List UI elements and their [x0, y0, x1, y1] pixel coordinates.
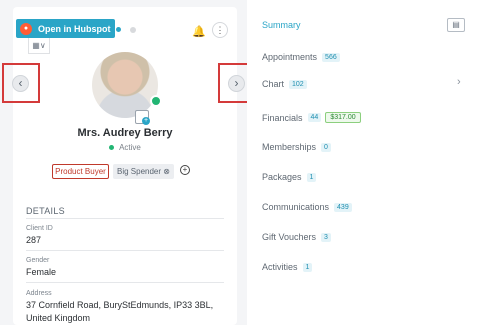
gender-label: Gender — [26, 257, 50, 264]
open-in-hubspot-label: Open in Hubspot — [38, 23, 111, 34]
financials-count: 44 — [307, 113, 322, 122]
chevron-right-icon: › — [228, 75, 245, 92]
menu-item-chart[interactable]: Chart 102 — [262, 79, 307, 89]
client-status-text: Active — [119, 143, 141, 152]
menu-item-chart-label: Chart — [262, 79, 285, 89]
menu-item-financials-label: Financials — [262, 112, 303, 123]
add-tag-button[interactable]: + — [180, 165, 190, 175]
tag-product-buyer[interactable]: Product Buyer — [52, 164, 109, 179]
menu-item-activities-label: Activities — [262, 262, 298, 272]
gift-vouchers-count: 3 — [321, 232, 331, 242]
address-line-1: 37 Cornfield Road, BuryStEdmunds, IP33 3… — [26, 300, 214, 310]
client-status: Active — [0, 143, 250, 152]
address-label: Address — [26, 290, 52, 297]
summary-action-icon[interactable]: ▤ — [447, 18, 465, 32]
chart-count: 102 — [289, 79, 307, 89]
menu-item-appointments-label: Appointments — [262, 52, 318, 62]
details-heading: DETAILS — [26, 206, 65, 216]
add-card-icon[interactable]: + — [142, 117, 150, 125]
more-options-button[interactable]: ⋮ — [212, 22, 228, 38]
verified-badge-icon — [150, 95, 162, 107]
client-id-value: 287 — [26, 235, 42, 245]
hubspot-logo-icon: ● — [20, 22, 32, 35]
menu-item-communications[interactable]: Communications 439 — [262, 202, 352, 212]
details-divider — [26, 282, 224, 283]
menu-item-memberships-label: Memberships — [262, 142, 317, 152]
menu-item-summary[interactable]: Summary — [262, 20, 301, 30]
financials-amount: $317.00 — [325, 112, 361, 123]
avatar — [92, 52, 158, 118]
address-line-2: United Kingdom — [26, 313, 91, 323]
appointments-count: 566 — [322, 52, 340, 62]
packages-count: 1 — [306, 172, 317, 182]
carousel-dot[interactable] — [130, 27, 136, 33]
client-name: Mrs. Audrey Berry — [77, 127, 173, 139]
menu-item-memberships[interactable]: Memberships 0 — [262, 142, 331, 152]
activities-count: 1 — [302, 262, 313, 272]
details-divider — [26, 250, 224, 251]
open-in-hubspot-button[interactable]: ● Open in Hubspot — [16, 19, 115, 38]
menu-item-gift-vouchers[interactable]: Gift Vouchers 3 — [262, 232, 331, 242]
chevron-left-icon: ‹ — [12, 75, 29, 92]
menu-item-financials[interactable]: Financials 44 $317.00 — [262, 112, 361, 123]
gender-value: Female — [26, 267, 57, 277]
menu-item-packages-label: Packages — [262, 172, 302, 182]
bell-icon[interactable]: 🔔 — [192, 25, 206, 38]
menu-item-appointments[interactable]: Appointments 566 — [262, 52, 340, 62]
view-toggle[interactable]: ▦∨ — [28, 38, 50, 54]
chevron-right-icon[interactable]: › — [457, 76, 461, 88]
client-sections-menu: Summary ▤ Appointments 566 Chart 102 › Fin… — [247, 0, 486, 325]
previous-client-button[interactable]: ‹ — [2, 63, 40, 103]
tag-big-spender[interactable]: Big Spender ⊗ — [113, 164, 174, 179]
carousel-dot-active[interactable] — [116, 27, 121, 32]
memberships-count: 0 — [321, 142, 331, 152]
menu-item-summary-label: Summary — [262, 20, 301, 30]
status-dot — [109, 145, 115, 151]
menu-item-gift-vouchers-label: Gift Vouchers — [262, 232, 317, 242]
client-id-label: Client ID — [26, 225, 53, 232]
communications-count: 439 — [334, 202, 352, 212]
menu-item-communications-label: Communications — [262, 202, 330, 212]
details-divider — [26, 218, 224, 219]
menu-item-activities[interactable]: Activities 1 — [262, 262, 313, 272]
menu-item-packages[interactable]: Packages 1 — [262, 172, 317, 182]
